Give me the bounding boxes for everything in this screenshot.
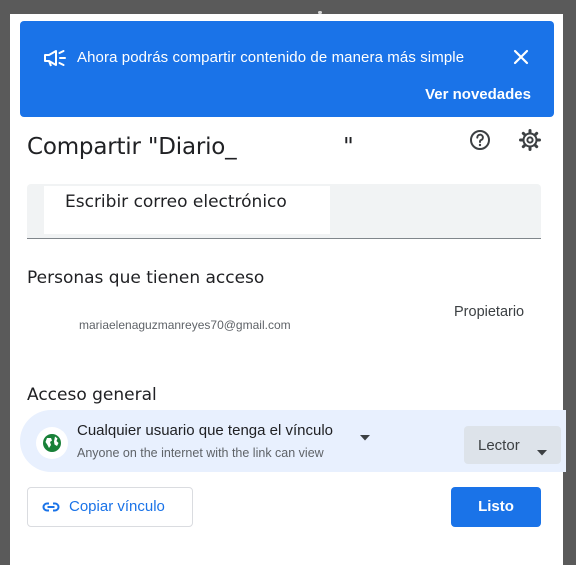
chevron-down-icon[interactable]	[360, 428, 370, 441]
people-with-access-heading: Personas que tienen acceso	[27, 268, 265, 288]
whats-new-link[interactable]: Ver novedades	[425, 86, 531, 103]
general-access-row: Cualquier usuario que tenga el vínculo A…	[20, 410, 566, 472]
dialog-title: Compartir "Diario_ "	[27, 134, 354, 160]
backdrop	[0, 0, 10, 565]
globe-icon	[43, 434, 61, 452]
general-access-dropdown[interactable]: Cualquier usuario que tenga el vínculo	[77, 422, 333, 439]
close-icon[interactable]	[509, 45, 533, 69]
chevron-down-icon	[537, 443, 547, 456]
person-email: mariaelenaguzmanreyes70@gmail.com	[79, 318, 291, 332]
banner-message: Ahora podrás compartir contenido de mane…	[77, 49, 465, 66]
copy-link-label: Copiar vínculo	[69, 498, 165, 515]
email-input-placeholder: Escribir correo electrónico	[65, 192, 287, 212]
backdrop	[0, 0, 576, 14]
megaphone-icon	[43, 48, 67, 68]
role-dropdown-label: Lector	[478, 437, 520, 454]
role-dropdown[interactable]: Lector	[464, 426, 561, 464]
general-access-description: Anyone on the internet with the link can…	[77, 446, 324, 460]
person-role: Propietario	[454, 304, 525, 320]
backdrop	[563, 0, 576, 565]
general-access-heading: Acceso general	[27, 385, 157, 405]
copy-link-button[interactable]: Copiar vínculo	[27, 487, 193, 527]
gear-icon[interactable]	[518, 128, 542, 152]
link-icon	[42, 499, 60, 515]
announcement-banner: Ahora podrás compartir contenido de mane…	[20, 21, 554, 117]
help-icon[interactable]	[468, 128, 492, 152]
done-button-label: Listo	[478, 498, 514, 515]
done-button[interactable]: Listo	[451, 487, 541, 527]
